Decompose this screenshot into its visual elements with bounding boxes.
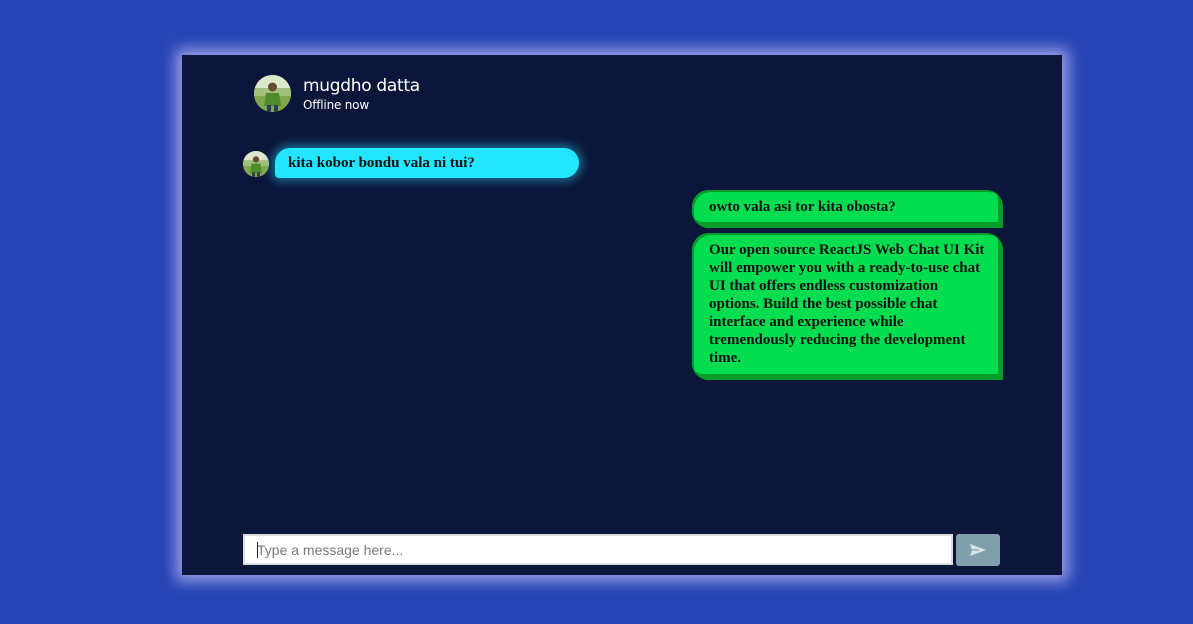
user-photo-avatar-icon xyxy=(254,75,291,112)
message-input[interactable] xyxy=(245,536,951,563)
outgoing-message-bubble: owto vala asi tor kita obosta? xyxy=(692,190,1003,228)
message-composer xyxy=(243,534,953,565)
send-button[interactable] xyxy=(956,534,1000,566)
contact-avatar[interactable] xyxy=(254,75,291,112)
send-arrow-icon xyxy=(970,544,986,556)
text-cursor xyxy=(257,542,258,558)
contact-name: mugdho datta xyxy=(303,76,420,96)
outgoing-message-bubble: Our open source ReactJS Web Chat UI Kit … xyxy=(692,233,1003,380)
contact-status: Offline now xyxy=(303,98,369,112)
incoming-message-bubble: kita kobor bondu vala ni tui? xyxy=(275,148,579,178)
user-photo-avatar-icon xyxy=(243,151,269,177)
incoming-message-avatar xyxy=(243,151,269,177)
chat-window: mugdho datta Offline now kita kobor bond… xyxy=(182,55,1062,575)
